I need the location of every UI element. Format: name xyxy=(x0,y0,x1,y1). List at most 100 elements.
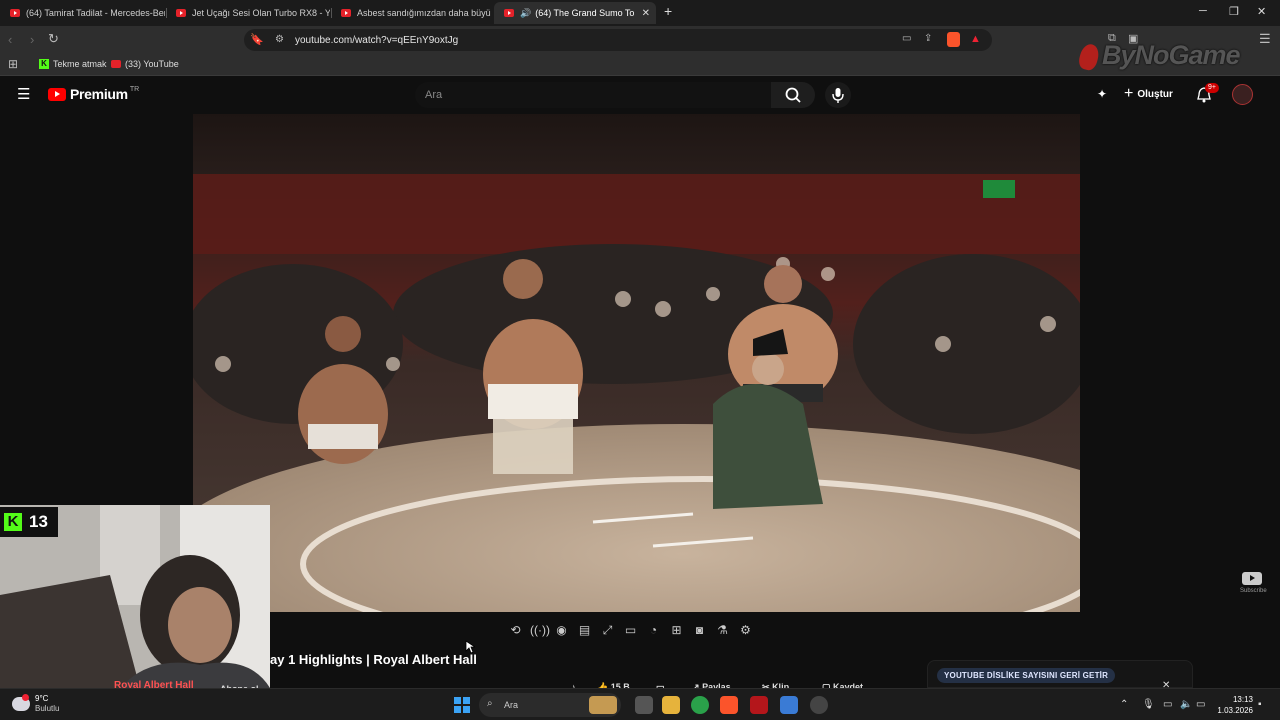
forward-icon[interactable]: › xyxy=(30,32,34,47)
watermark-text: ByNoGame xyxy=(1102,40,1241,70)
url-text[interactable]: youtube.com/watch?v=qEEnY9oxtJg xyxy=(295,35,458,46)
speed-icon[interactable]: ◔ xyxy=(645,623,662,638)
tab-title: (64) The Grand Sumo Tournament xyxy=(535,8,635,18)
loop-icon[interactable]: ⟲ xyxy=(507,623,524,638)
microphone-icon xyxy=(832,88,844,103)
youtube-icon xyxy=(111,60,121,68)
flame-icon xyxy=(1076,41,1102,72)
address-bar[interactable]: 🔖 ⚙ youtube.com/watch?v=qEEnY9oxtJg ▭ ⇪ … xyxy=(244,29,992,51)
youtube-favicon-icon xyxy=(341,9,351,17)
country-code: TR xyxy=(129,85,140,93)
bookmark-kick[interactable]: K Tekme atmak xyxy=(39,59,107,69)
notification-center-icon[interactable]: ▪ xyxy=(1258,699,1262,710)
new-tab-button[interactable]: + xyxy=(664,3,672,19)
screenshot-icon[interactable]: ◙ xyxy=(691,623,708,638)
avatar[interactable] xyxy=(1232,84,1253,105)
video-title: ay 1 Highlights | Royal Albert Hall xyxy=(270,652,477,667)
news-app-icon[interactable] xyxy=(750,696,768,714)
brave-icon[interactable] xyxy=(720,696,738,714)
kick-icon: K xyxy=(4,513,22,531)
browser-tab[interactable]: (64) Tamirat Tadilat - Mercedes-Benz xyxy=(0,2,165,24)
youtube-header: ☰ Premium TR Ara ✦ + Oluştur 9+ xyxy=(0,76,1280,114)
file-explorer-icon[interactable] xyxy=(662,696,680,714)
microphone-tray-icon[interactable]: 🎙 xyxy=(1142,699,1155,710)
youtube-subscribe-icon xyxy=(1242,572,1262,585)
display-icon[interactable]: ▭ xyxy=(1163,699,1172,710)
search-placeholder: Ara xyxy=(425,89,443,101)
browser-tab[interactable]: Jet Uçağı Sesi Olan Turbo RX8 - YouTube xyxy=(166,2,330,24)
crop-icon[interactable]: ▭ xyxy=(622,623,639,638)
create-button[interactable]: + Oluştur xyxy=(1124,86,1173,102)
task-view-icon[interactable] xyxy=(635,696,653,714)
weather-widget[interactable]: 9°C Bulutlu xyxy=(12,694,59,714)
back-icon[interactable]: ‹ xyxy=(8,32,12,47)
search-highlight-icon xyxy=(589,696,617,714)
brave-rewards-icon[interactable]: ▲ xyxy=(970,33,981,45)
brave-shields-icon[interactable] xyxy=(947,32,960,47)
player-extension-toolbar: ⟲ ((·)) ◉ ▤ ⤢ ▭ ◔ ⊞ ◙ ⚗ ⚙ xyxy=(507,620,754,640)
battery-icon[interactable]: ▭ xyxy=(1196,699,1205,710)
windows-taskbar: 9°C Bulutlu ⌕ Ara ⌃ 🎙 ▭ 🔈 ▭ 13:13 1.03.2… xyxy=(0,688,1280,720)
viewer-count: 13 xyxy=(29,512,48,531)
settings-gear-icon[interactable]: ⚙ xyxy=(737,623,754,638)
restore-dislike-button[interactable]: YOUTUBE DİSLİKE SAYISINI GERİ GETİR xyxy=(937,668,1116,683)
volume-icon[interactable]: 🔈 xyxy=(1180,699,1192,710)
video-player[interactable] xyxy=(193,114,1080,612)
youtube-favicon-icon xyxy=(10,9,20,17)
menu-icon[interactable]: ☰ xyxy=(1259,31,1271,47)
clock[interactable]: 13:13 1.03.2026 xyxy=(1213,694,1253,716)
weather-condition: Bulutlu xyxy=(35,704,60,713)
chevron-up-icon[interactable]: ⌃ xyxy=(1120,699,1128,710)
browser-tab[interactable]: Asbest sandığımızdan daha büyük bir xyxy=(331,2,491,24)
broadcast-icon[interactable]: ((·)) xyxy=(530,623,550,638)
windows-start-button[interactable] xyxy=(454,697,470,713)
speaker-icon: 🔊 xyxy=(520,7,532,18)
search-button[interactable] xyxy=(771,82,815,108)
app-icon[interactable] xyxy=(780,696,798,714)
share-icon[interactable]: ⇪ xyxy=(924,33,932,44)
apps-grid-icon[interactable]: ⊞ xyxy=(8,57,18,71)
date: 1.03.2026 xyxy=(1217,706,1253,715)
browser-tab-strip: (64) Tamirat Tadilat - Mercedes-Benz Jet… xyxy=(0,0,1280,26)
notifications-button[interactable]: 9+ xyxy=(1196,83,1219,108)
eye-view-icon[interactable]: ◉ xyxy=(553,623,570,638)
taskbar-search-placeholder: Ara xyxy=(504,700,519,710)
flask-icon[interactable]: ⚗ xyxy=(714,623,731,638)
chrome-icon[interactable] xyxy=(691,696,709,714)
restore-button[interactable]: ❐ xyxy=(1229,5,1239,18)
youtube-favicon-icon xyxy=(176,9,186,17)
time: 13:13 xyxy=(1232,695,1253,704)
close-window-button[interactable]: ✕ xyxy=(1257,5,1266,18)
browser-tab-active[interactable]: 🔊 (64) The Grand Sumo Tournament ✕ xyxy=(494,2,656,24)
logo-text: Premium xyxy=(70,86,128,102)
add-icon[interactable]: ⊞ xyxy=(668,623,685,638)
tab-title: (64) Tamirat Tadilat - Mercedes-Benz xyxy=(26,8,165,18)
reload-icon[interactable]: ↻ xyxy=(48,31,59,47)
kick-icon: K xyxy=(39,59,49,69)
voice-search-button[interactable] xyxy=(825,82,851,108)
bookmark-youtube[interactable]: (33) YouTube xyxy=(111,59,179,69)
cast-stream-icon[interactable]: ✦ xyxy=(1097,87,1107,101)
minimize-button[interactable]: ─ xyxy=(1199,5,1207,17)
notification-badge: 9+ xyxy=(1205,83,1219,93)
cast-icon[interactable]: ▭ xyxy=(902,33,911,44)
taskbar-search[interactable]: ⌕ Ara xyxy=(479,693,621,717)
close-tab-button[interactable]: ✕ xyxy=(642,8,650,19)
settings-app-icon[interactable] xyxy=(810,696,828,714)
hamburger-menu-icon[interactable]: ☰ xyxy=(17,85,30,103)
search-icon: ⌕ xyxy=(487,698,493,709)
bookmark-icon[interactable]: 🔖 xyxy=(250,33,264,46)
cinema-mode-icon[interactable]: ▤ xyxy=(576,623,593,638)
youtube-logo[interactable]: Premium TR xyxy=(48,86,139,102)
bookmark-label: (33) YouTube xyxy=(125,59,179,69)
search-icon xyxy=(785,87,801,103)
expand-icon[interactable]: ⤢ xyxy=(599,623,616,638)
subscribe-watermark-label: Subscribe xyxy=(1240,588,1267,594)
site-info-icon[interactable]: ⚙ xyxy=(275,34,284,45)
cloud-icon xyxy=(12,694,30,711)
search-input[interactable]: Ara xyxy=(415,82,771,108)
create-label: Oluştur xyxy=(1137,88,1173,100)
weather-temperature: 9°C xyxy=(35,694,49,703)
subscribe-watermark[interactable]: Subscribe xyxy=(1240,572,1267,594)
kick-viewer-badge: K 13 xyxy=(0,507,58,537)
